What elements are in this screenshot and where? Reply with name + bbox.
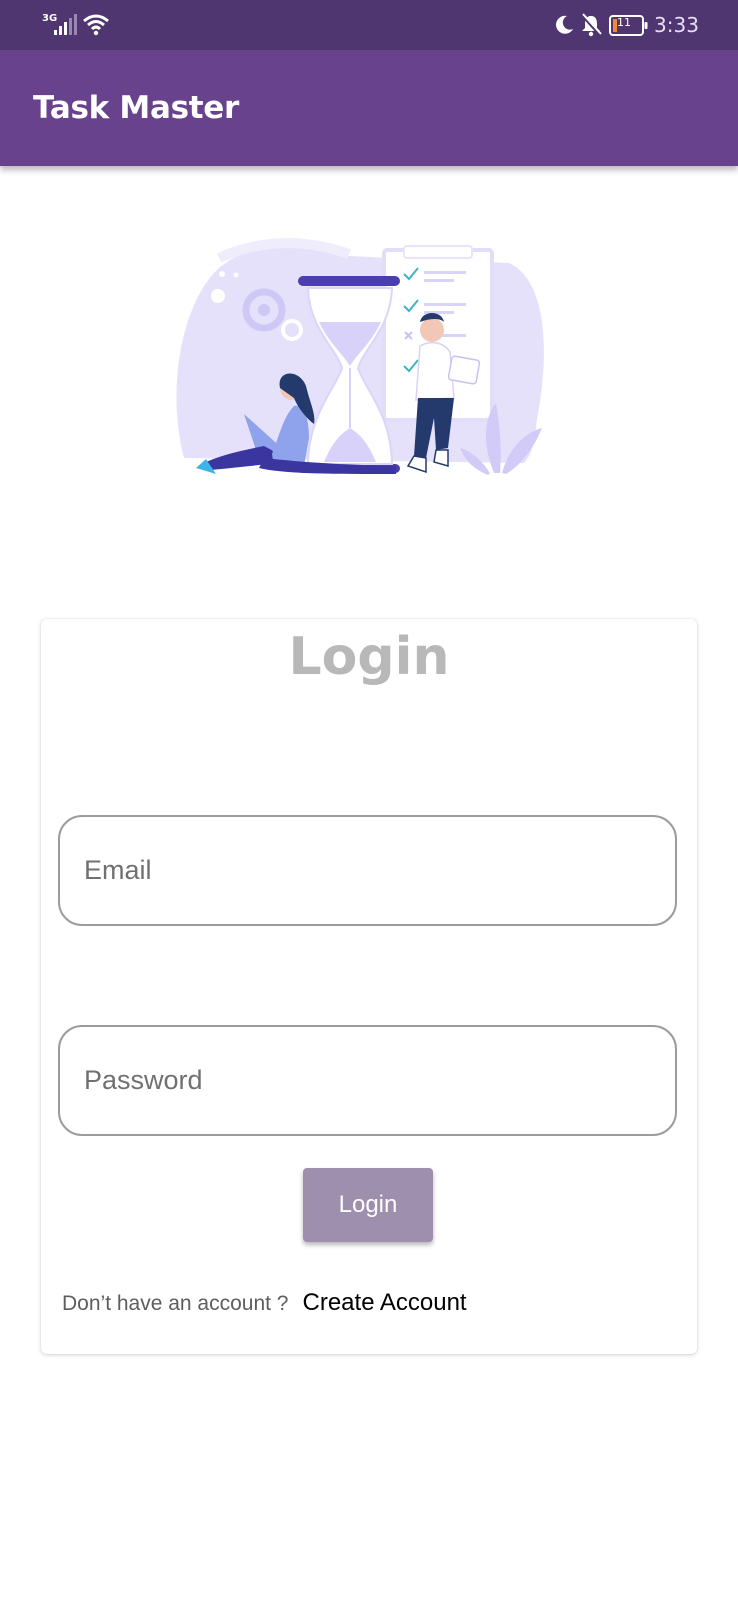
- task-illustration: [176, 238, 544, 475]
- moon-icon: [556, 15, 573, 34]
- signup-prompt: Don’t have an account ? Create Account: [62, 1289, 467, 1317]
- email-input[interactable]: [84, 817, 644, 924]
- email-field[interactable]: [58, 815, 677, 926]
- login-card: Login Login Don’t have an account ? Creat…: [41, 619, 697, 1354]
- bell-off-icon: [580, 13, 602, 37]
- battery-level: 11: [617, 16, 631, 29]
- login-title: Login: [288, 627, 450, 687]
- create-account-link[interactable]: Create Account: [303, 1289, 467, 1316]
- clock: 3:33: [654, 13, 699, 37]
- login-button[interactable]: Login: [303, 1168, 433, 1242]
- app-bar: Task Master: [0, 50, 738, 166]
- signal-icon: [54, 14, 77, 35]
- wifi-icon: [83, 14, 109, 36]
- password-input[interactable]: [84, 1027, 644, 1134]
- no-account-text: Don’t have an account ?: [62, 1292, 289, 1315]
- status-bar: 3G 11 3:33: [0, 0, 738, 50]
- password-field[interactable]: [58, 1025, 677, 1136]
- app-title: Task Master: [33, 90, 239, 126]
